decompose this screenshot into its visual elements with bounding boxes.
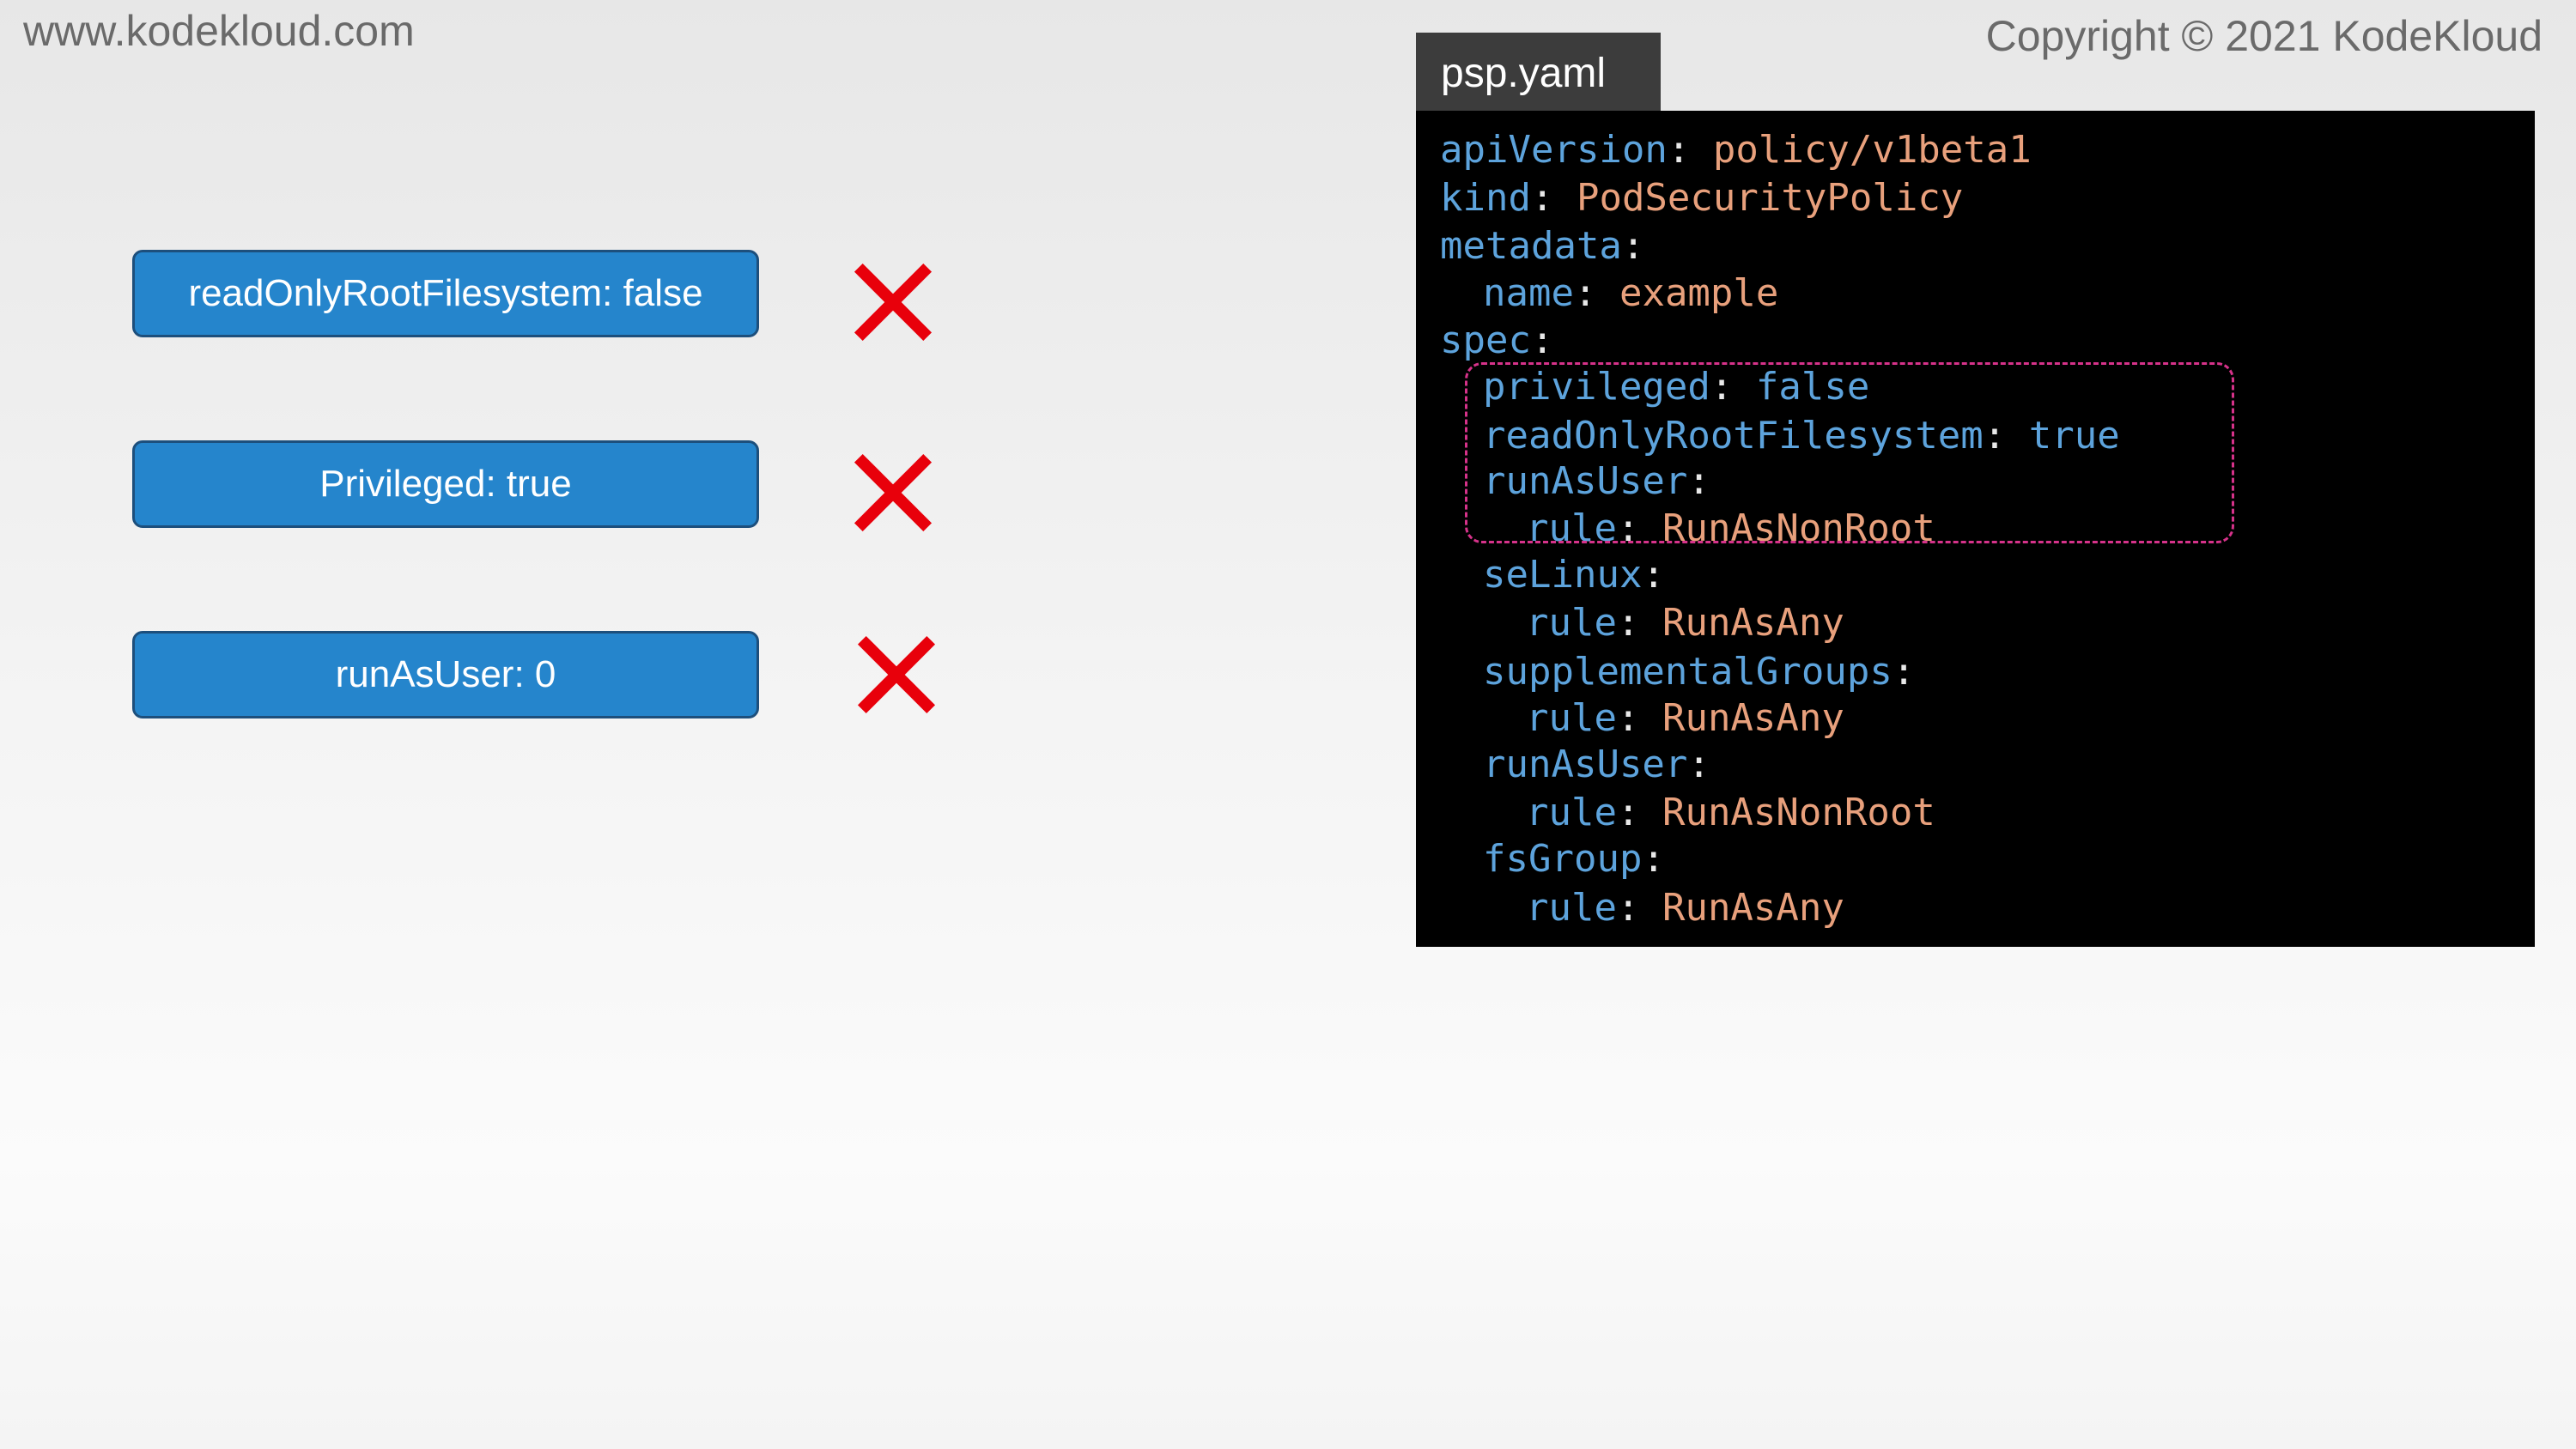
yaml-key: supplementalGroups	[1483, 650, 1893, 694]
code-line: fsGroup:	[1483, 835, 1665, 883]
yaml-key: rule	[1526, 696, 1617, 740]
setting-privileged: Privileged: true	[132, 440, 759, 528]
code-line: metadata:	[1440, 222, 1644, 270]
copyright-notice: Copyright © 2021 KodeKloud	[1985, 12, 2543, 60]
yaml-key: rule	[1526, 601, 1617, 645]
yaml-key: runAsUser	[1483, 743, 1688, 786]
code-line: spec:	[1440, 317, 1553, 365]
yaml-colon: :	[1892, 650, 1916, 694]
setting-run-as-user: runAsUser: 0	[132, 631, 759, 718]
yaml-value: RunAsNonRoot	[1639, 506, 1935, 550]
yaml-key: runAsUser	[1483, 459, 1688, 503]
yaml-colon: :	[1530, 176, 1554, 220]
yaml-colon: :	[1687, 459, 1710, 503]
yaml-key: name	[1483, 271, 1574, 315]
yaml-key: apiVersion	[1440, 128, 1668, 172]
yaml-key: rule	[1526, 506, 1617, 550]
red-x-icon	[854, 263, 933, 342]
yaml-value: PodSecurityPolicy	[1553, 176, 1964, 220]
yaml-colon: :	[1616, 601, 1640, 645]
yaml-colon: :	[1710, 365, 1734, 409]
code-line: runAsUser:	[1483, 741, 1710, 789]
yaml-key: privileged	[1483, 365, 1710, 409]
yaml-value: policy/v1beta1	[1690, 128, 2032, 172]
code-line: apiVersion: policy/v1beta1	[1440, 126, 2032, 174]
yaml-colon: :	[1642, 837, 1665, 881]
yaml-value: RunAsAny	[1639, 886, 1844, 930]
yaml-colon: :	[1573, 271, 1597, 315]
yaml-value: RunAsAny	[1639, 696, 1844, 740]
yaml-colon: :	[1983, 414, 2007, 458]
code-line: rule: RunAsNonRoot	[1526, 505, 1935, 553]
file-tab[interactable]: psp.yaml	[1416, 33, 1661, 111]
red-x-icon	[854, 453, 933, 532]
yaml-value: RunAsNonRoot	[1639, 791, 1935, 834]
yaml-value: example	[1596, 271, 1779, 315]
yaml-key: rule	[1526, 886, 1617, 930]
code-line: name: example	[1483, 270, 1778, 318]
code-line: seLinux:	[1483, 551, 1665, 599]
yaml-colon: :	[1642, 553, 1665, 597]
yaml-code-panel: apiVersion: policy/v1beta1 kind: PodSecu…	[1416, 111, 2535, 947]
code-line: kind: PodSecurityPolicy	[1440, 174, 1963, 222]
code-line: readOnlyRootFilesystem: true	[1483, 412, 2120, 460]
code-line: rule: RunAsAny	[1526, 884, 1844, 932]
red-x-icon	[857, 635, 936, 714]
yaml-key: readOnlyRootFilesystem	[1483, 414, 1984, 458]
code-line: privileged: false	[1483, 363, 1869, 411]
yaml-value: true	[2006, 414, 2120, 458]
yaml-colon: :	[1616, 886, 1640, 930]
yaml-colon: :	[1616, 506, 1640, 550]
code-line: supplementalGroups:	[1483, 648, 1915, 696]
yaml-key: fsGroup	[1483, 837, 1643, 881]
setting-readonly-root-filesystem: readOnlyRootFilesystem: false	[132, 250, 759, 337]
yaml-key: seLinux	[1483, 553, 1643, 597]
code-line: runAsUser:	[1483, 458, 1710, 506]
yaml-colon: :	[1530, 318, 1554, 362]
yaml-key: metadata	[1440, 224, 1622, 268]
yaml-colon: :	[1667, 128, 1691, 172]
yaml-colon: :	[1621, 224, 1645, 268]
yaml-value: RunAsAny	[1639, 601, 1844, 645]
yaml-colon: :	[1687, 743, 1710, 786]
yaml-key: spec	[1440, 318, 1531, 362]
yaml-colon: :	[1616, 696, 1640, 740]
site-url: www.kodekloud.com	[23, 7, 415, 55]
code-line: rule: RunAsAny	[1526, 694, 1844, 743]
yaml-colon: :	[1616, 791, 1640, 834]
yaml-key: rule	[1526, 791, 1617, 834]
yaml-value: false	[1733, 365, 1870, 409]
code-line: rule: RunAsAny	[1526, 599, 1844, 647]
code-line: rule: RunAsNonRoot	[1526, 789, 1935, 837]
yaml-key: kind	[1440, 176, 1531, 220]
